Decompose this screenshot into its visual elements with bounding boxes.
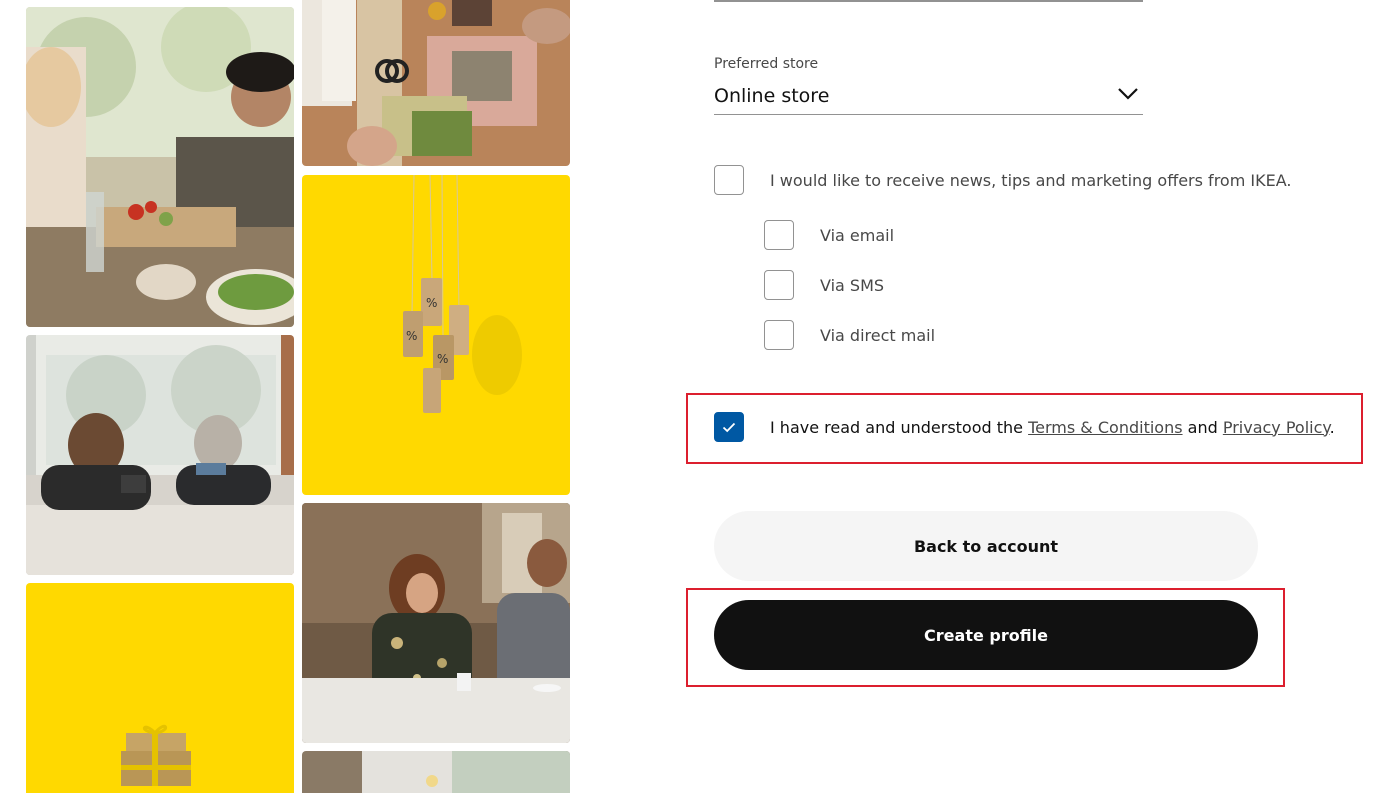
marketing-optin-label: I would like to receive news, tips and m… [770,170,1292,190]
channel-sms-row: Via SMS [764,270,884,300]
create-profile-button[interactable]: Create profile [714,600,1258,670]
terms-checkbox[interactable] [714,412,744,442]
via-email-checkbox[interactable] [764,220,794,250]
terms-conjunction: and [1182,417,1223,437]
checkmark-icon [722,422,736,432]
channel-email-row: Via email [764,220,894,250]
terms-prefix: I have read and understood the [770,417,1029,437]
via-direct-mail-checkbox[interactable] [764,320,794,350]
via-email-label: Via email [820,225,895,245]
marketing-optin-checkbox[interactable] [714,165,744,195]
terms-row: I have read and understood the Terms & C… [714,412,1335,442]
chevron-down-icon [1118,88,1138,100]
preferred-store-select[interactable]: Online store [714,82,1143,115]
via-sms-checkbox[interactable] [764,270,794,300]
previous-field-underline [714,0,1143,2]
back-to-account-button[interactable]: Back to account [714,511,1258,581]
profile-form: Preferred store Online store I would lik… [0,0,1391,793]
via-direct-mail-label: Via direct mail [820,325,936,345]
preferred-store-value: Online store [714,85,830,107]
via-sms-label: Via SMS [820,275,885,295]
marketing-optin-row: I would like to receive news, tips and m… [714,165,1291,195]
preferred-store-label: Preferred store [714,56,819,72]
channel-direct-mail-row: Via direct mail [764,320,935,350]
terms-suffix: . [1329,417,1335,437]
terms-conditions-link[interactable]: Terms & Conditions [1028,418,1182,437]
terms-label: I have read and understood the Terms & C… [770,418,1335,437]
privacy-policy-link[interactable]: Privacy Policy [1223,418,1330,437]
